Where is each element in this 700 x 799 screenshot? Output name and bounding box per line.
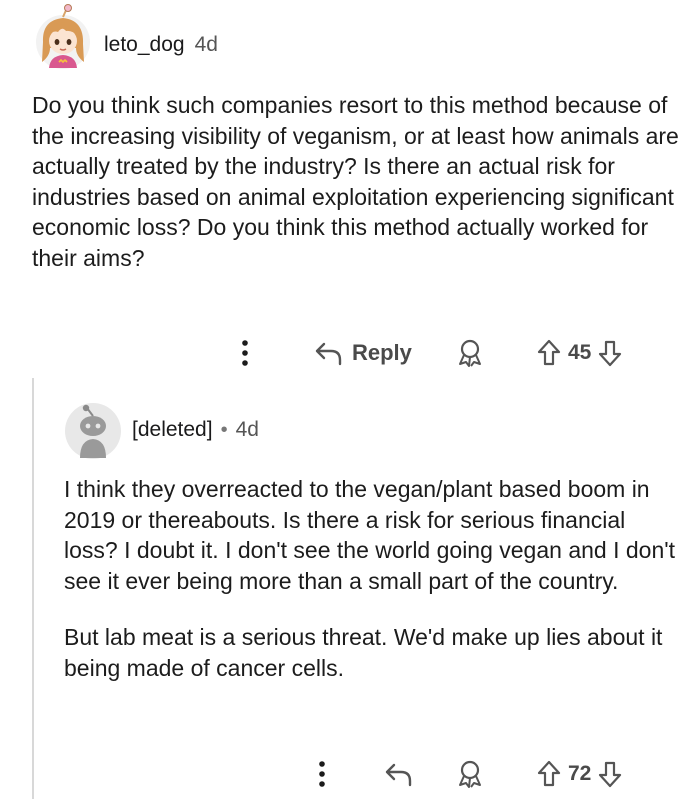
comment-body: Do you think such companies resort to th…	[32, 92, 679, 271]
author-username[interactable]: leto_dog	[104, 33, 185, 57]
comment-age: 4d	[194, 33, 218, 56]
meta-separator: •	[220, 419, 228, 441]
comment-body: I think they overreacted to the vegan/pl…	[64, 474, 684, 683]
comment-paragraph: But lab meat is a serious threat. We'd m…	[64, 624, 663, 681]
award-icon[interactable]	[456, 759, 484, 789]
comment-meta: [deleted] • 4d	[132, 418, 259, 442]
reply-arrow-icon	[385, 763, 412, 787]
award-icon[interactable]	[456, 338, 484, 368]
upvote-icon[interactable]	[536, 759, 562, 789]
comment-meta: leto_dog 4d	[104, 33, 218, 57]
downvote-icon[interactable]	[597, 338, 623, 368]
author-username: [deleted]	[132, 418, 213, 441]
downvote-icon[interactable]	[597, 759, 623, 789]
thread-line[interactable]	[32, 378, 34, 799]
user-avatar-icon	[36, 4, 90, 69]
vote-count: 72	[568, 762, 592, 785]
upvote-icon[interactable]	[536, 338, 562, 368]
more-options-icon[interactable]	[317, 759, 327, 789]
avatar[interactable]	[64, 402, 122, 460]
vote-control: 72	[536, 759, 623, 789]
reply-arrow-icon	[315, 342, 342, 366]
comment-paragraph: I think they overreacted to the vegan/pl…	[64, 476, 676, 594]
deleted-user-avatar-icon	[65, 403, 121, 459]
reply-button[interactable]: Reply	[314, 338, 412, 368]
reply-label: Reply	[352, 340, 412, 365]
reply-button[interactable]	[384, 759, 414, 789]
vote-count: 45	[568, 341, 592, 364]
vote-control: 45	[536, 338, 623, 368]
more-options-icon[interactable]	[240, 338, 250, 368]
comment-age: 4d	[235, 418, 259, 441]
avatar[interactable]	[32, 4, 94, 70]
